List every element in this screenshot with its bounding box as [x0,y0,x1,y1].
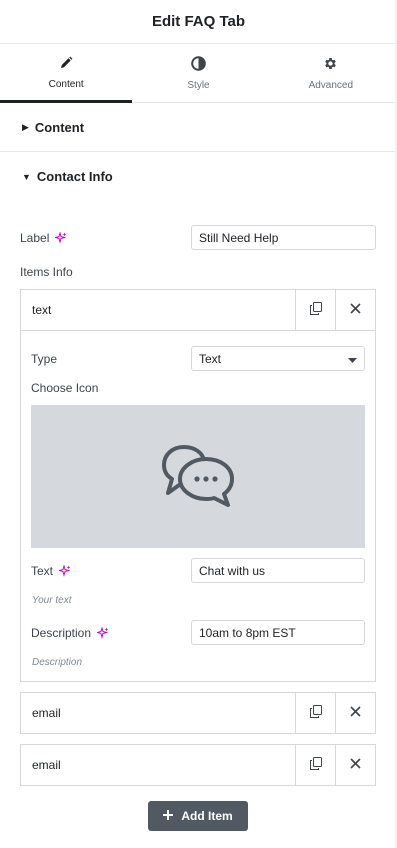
section-content[interactable]: ▶ Content [0,103,397,152]
description-hint: Description [32,657,83,668]
close-icon [350,303,361,317]
section-content-title: Content [34,119,85,135]
description-label: Description [31,625,92,640]
tab-content[interactable]: Content [0,44,133,103]
repeater-item-title[interactable]: text [21,303,295,317]
type-select[interactable]: Text [191,346,365,371]
repeater-item-title[interactable]: email [21,758,295,772]
text-label: Text [31,563,54,578]
remove-button[interactable] [335,745,375,785]
icon-picker-preview[interactable] [31,405,365,548]
section-contact-info-title: Contact Info [36,169,113,184]
gear-icon [323,56,338,74]
description-control: Description 10am to 8pm EST [31,620,365,645]
chevron-down-icon [348,352,357,366]
copy-icon [309,302,322,318]
items-info-control: Items Info [20,265,376,279]
add-item-button[interactable]: Add Item [148,801,248,831]
remove-button[interactable] [335,693,375,733]
repeater-item: text Type Text Choose Icon Text Chat wit… [20,289,376,682]
description-input[interactable]: 10am to 8pm EST [191,620,365,645]
panel-title: Edit FAQ Tab [151,13,246,30]
caret-right-icon: ▶ [22,121,29,132]
choose-icon-control: Choose Icon [31,381,365,395]
copy-icon [309,705,322,721]
tab-content-label: Content [48,79,84,90]
label-input[interactable]: Still Need Help [191,225,376,250]
section-contact-info[interactable]: ▼ Contact Info [0,152,397,201]
ai-sparkle-icon[interactable] [57,563,71,577]
tab-advanced-label: Advanced [308,79,354,91]
pencil-icon [59,56,73,73]
tab-style[interactable]: Style [132,44,264,102]
ai-sparkle-icon[interactable] [95,625,109,639]
caret-down-icon: ▼ [22,171,31,182]
remove-button[interactable] [335,290,375,330]
type-label: Type [31,351,58,366]
type-control: Type Text [31,346,365,371]
duplicate-button[interactable] [295,745,335,785]
plus-icon [163,809,174,823]
duplicate-button[interactable] [295,693,335,733]
contrast-icon [191,55,206,74]
panel-header: Edit FAQ Tab [0,0,397,44]
text-control: Text Chat with us [31,558,365,583]
label-field-label: Label [20,230,50,245]
duplicate-button[interactable] [295,290,335,330]
repeater-item-body: Type Text Choose Icon Text Chat with us … [21,330,375,681]
items-info-label: Items Info [20,265,73,279]
repeater-item-title[interactable]: email [21,706,295,720]
copy-icon [309,757,322,773]
text-hint: Your text [32,595,72,606]
type-select-value: Text [199,351,222,366]
tab-style-label: Style [187,79,210,91]
ai-sparkle-icon[interactable] [54,230,67,244]
label-control: Label Still Need Help [20,225,376,250]
repeater-item: email [20,692,376,734]
add-item-label: Add Item [181,809,233,823]
repeater-item: email [20,744,376,786]
close-icon [350,758,361,772]
close-icon [350,706,361,720]
text-input[interactable]: Chat with us [191,558,365,583]
chat-bubbles-icon [162,443,234,510]
tab-advanced[interactable]: Advanced [265,44,397,102]
choose-icon-label: Choose Icon [31,381,99,395]
panel-tabs: Content Style Advanced [0,44,397,103]
